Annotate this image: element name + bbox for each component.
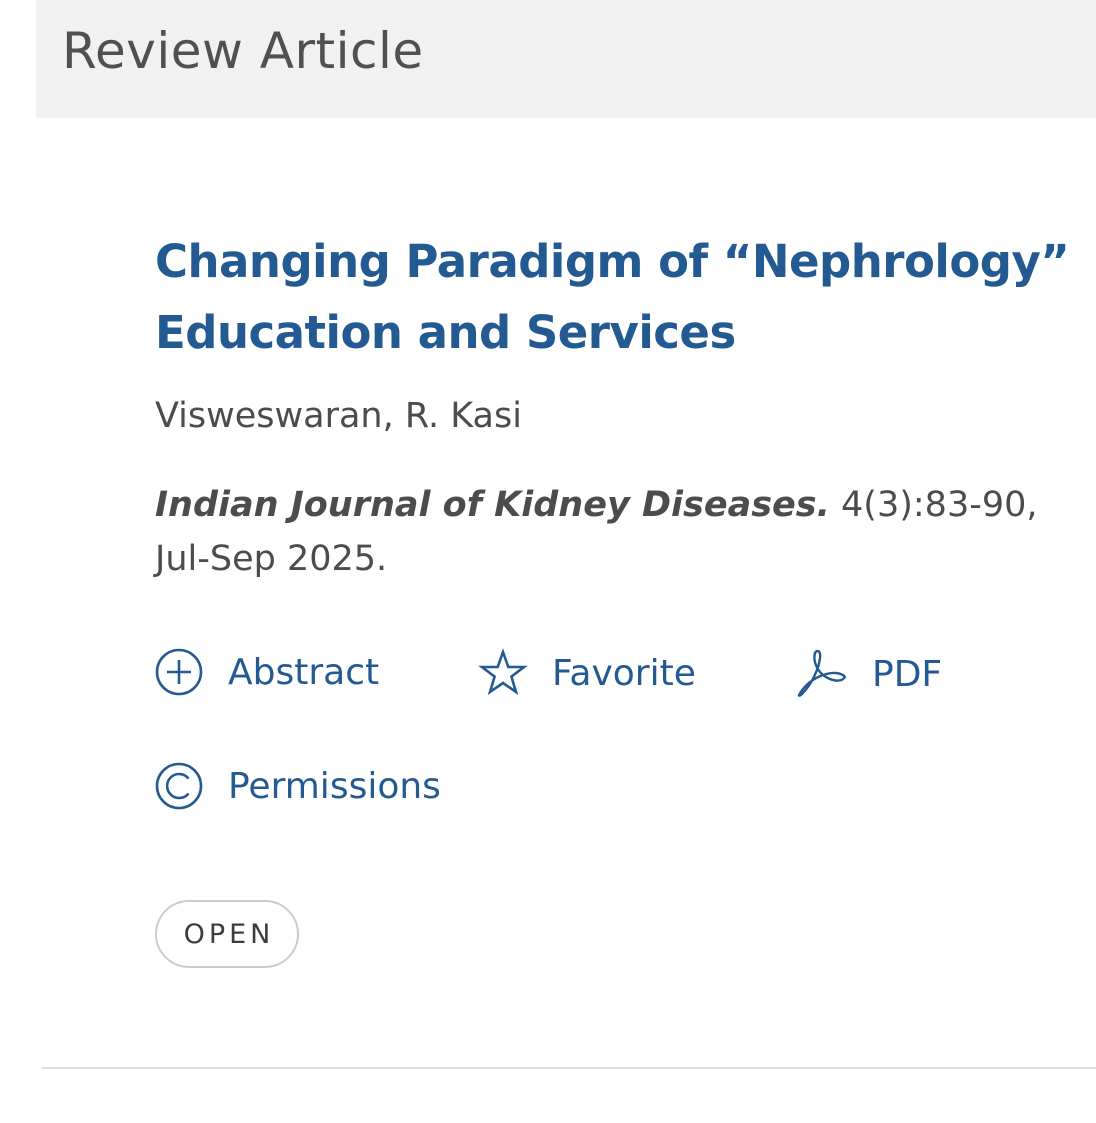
pdf-button[interactable]: PDF [796, 648, 942, 700]
journal-name: Indian Journal of Kidney Diseases. [155, 485, 830, 525]
article-title-link[interactable]: Changing Paradigm of “Nephrology” Educat… [155, 226, 1075, 368]
article-citation: Indian Journal of Kidney Diseases. 4(3):… [155, 478, 1055, 586]
pdf-label: PDF [872, 653, 943, 695]
abstract-button[interactable]: Abstract [155, 648, 379, 696]
favorite-button[interactable]: Favorite [478, 648, 696, 698]
favorite-label: Favorite [552, 652, 696, 694]
section-header: Review Article [36, 0, 1096, 118]
article-authors: Visweswaran, R. Kasi [155, 396, 522, 436]
copyright-icon [155, 762, 203, 810]
abstract-label: Abstract [228, 651, 380, 693]
open-access-badge: OPEN [155, 900, 299, 968]
permissions-label: Permissions [228, 765, 441, 807]
section-header-label: Review Article [62, 22, 424, 80]
star-outline-icon [478, 648, 528, 698]
permissions-button[interactable]: Permissions [155, 762, 441, 810]
plus-circle-icon [155, 648, 203, 696]
divider [42, 1067, 1096, 1069]
pdf-icon [796, 648, 848, 700]
